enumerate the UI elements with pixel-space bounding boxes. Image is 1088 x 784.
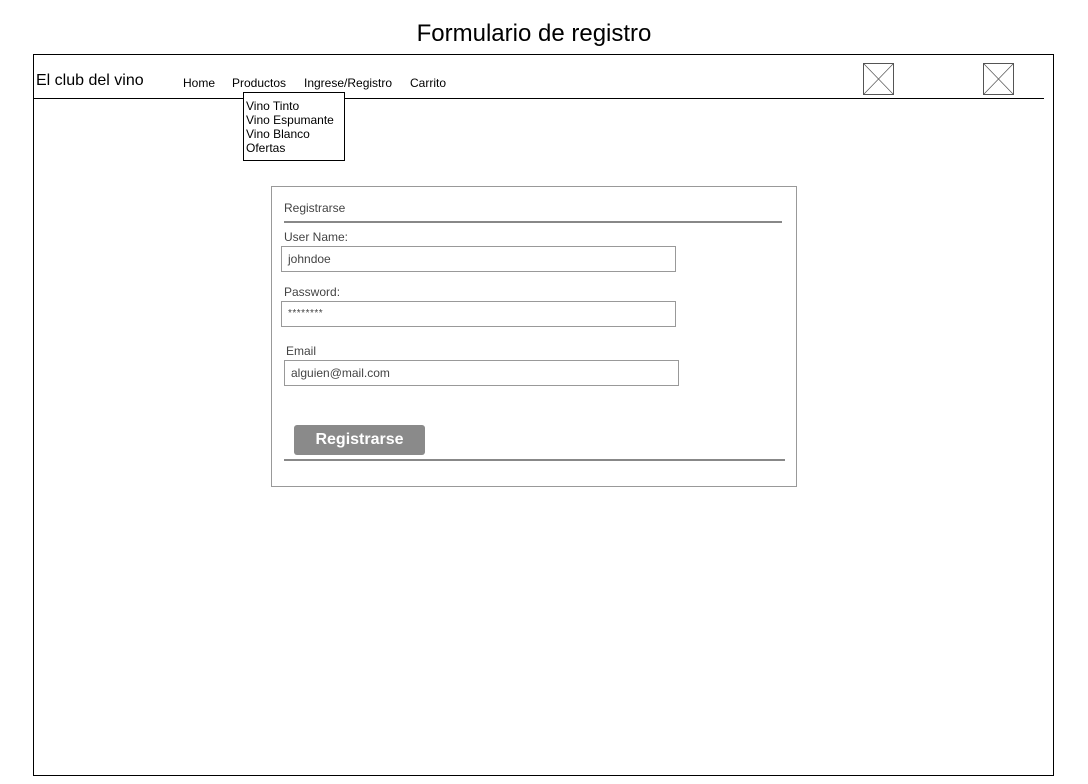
dropdown-item-vino-tinto[interactable]: Vino Tinto xyxy=(246,99,344,113)
form-heading: Registrarse xyxy=(284,201,346,215)
image-placeholder-icon xyxy=(983,63,1014,95)
username-input[interactable]: johndoe xyxy=(281,246,676,272)
form-footer-divider xyxy=(284,459,785,461)
registrarse-button[interactable]: Registrarse xyxy=(294,425,425,455)
dropdown-item-ofertas[interactable]: Ofertas xyxy=(246,141,344,155)
nav-home[interactable]: Home xyxy=(183,76,215,90)
dropdown-item-vino-espumante[interactable]: Vino Espumante xyxy=(246,113,344,127)
nav-productos[interactable]: Productos xyxy=(232,76,286,90)
password-input[interactable]: ******** xyxy=(281,301,676,327)
registration-form: Registrarse User Name: johndoe Password:… xyxy=(271,186,797,487)
site-brand[interactable]: El club del vino xyxy=(36,72,144,90)
page-title: Formulario de registro xyxy=(416,20,652,47)
nav-ingrese-registro[interactable]: Ingrese/Registro xyxy=(304,76,392,90)
email-label: Email xyxy=(286,344,317,358)
image-placeholder-icon xyxy=(863,63,894,95)
username-label: User Name: xyxy=(284,230,349,244)
header-divider xyxy=(34,98,1044,99)
email-input[interactable]: alguien@mail.com xyxy=(284,360,679,386)
nav-carrito[interactable]: Carrito xyxy=(410,76,446,90)
productos-dropdown: Vino Tinto Vino Espumante Vino Blanco Of… xyxy=(243,92,345,161)
form-heading-divider xyxy=(284,221,782,223)
dropdown-item-vino-blanco[interactable]: Vino Blanco xyxy=(246,127,344,141)
browser-frame: El club del vino Home Productos Ingrese/… xyxy=(33,54,1054,776)
password-label: Password: xyxy=(284,285,341,299)
